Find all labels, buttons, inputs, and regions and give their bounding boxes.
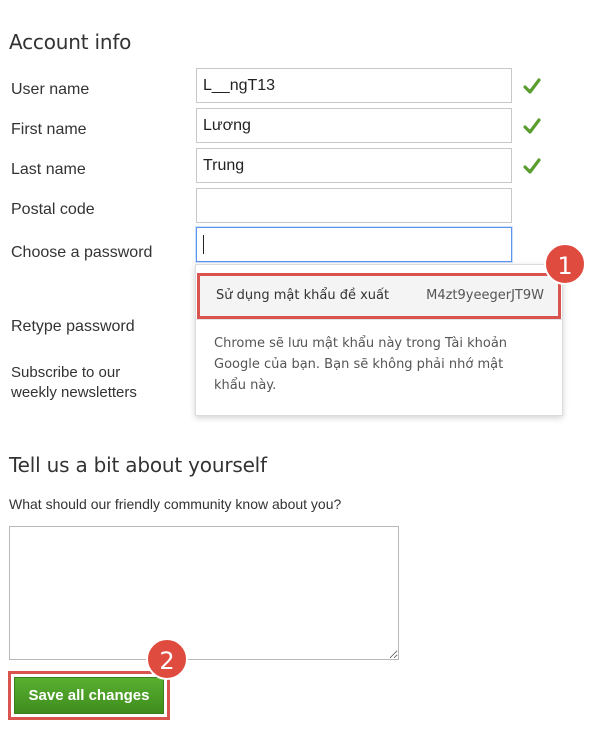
save-button-highlight: Save all changes xyxy=(8,671,170,720)
last-name-check-icon xyxy=(523,158,541,174)
suggestion-divider xyxy=(196,319,562,320)
step-1-badge: 1 xyxy=(544,243,586,285)
first-name-input[interactable] xyxy=(196,108,512,143)
postal-code-label: Postal code xyxy=(11,201,95,218)
newsletter-label-line1: Subscribe to our xyxy=(11,364,121,381)
save-all-changes-button[interactable]: Save all changes xyxy=(14,677,164,714)
username-label: User name xyxy=(11,81,90,98)
about-prompt: What should our friendly community know … xyxy=(9,496,342,512)
suggested-password: M4zt9yeegerJT9W xyxy=(426,288,544,303)
use-suggested-password-option[interactable]: Sử dụng mật khẩu đề xuất M4zt9yeegerJT9W xyxy=(197,273,561,319)
first-name-label: First name xyxy=(11,121,87,138)
retype-password-label: Retype password xyxy=(11,318,135,335)
about-textarea[interactable] xyxy=(9,526,399,660)
account-info-heading: Account info xyxy=(9,30,132,54)
password-input[interactable] xyxy=(196,227,512,262)
about-heading: Tell us a bit about yourself xyxy=(9,453,267,477)
password-label: Choose a password xyxy=(11,244,153,261)
postal-code-input[interactable] xyxy=(196,188,512,223)
newsletter-label-line2: weekly newsletters xyxy=(11,384,137,401)
last-name-label: Last name xyxy=(11,161,86,178)
username-input[interactable] xyxy=(196,68,512,103)
password-suggestion-popup: Sử dụng mật khẩu đề xuất M4zt9yeegerJT9W… xyxy=(195,264,563,416)
last-name-input[interactable] xyxy=(196,148,512,183)
suggestion-label: Sử dụng mật khẩu đề xuất xyxy=(216,288,390,303)
text-cursor xyxy=(203,235,204,254)
first-name-check-icon xyxy=(523,118,541,134)
suggestion-note: Chrome sẽ lưu mật khẩu này trong Tài kho… xyxy=(214,336,508,393)
step-2-badge: 2 xyxy=(146,638,188,680)
newsletter-label: Subscribe to our weekly newsletters xyxy=(11,363,137,403)
username-check-icon xyxy=(523,78,541,94)
